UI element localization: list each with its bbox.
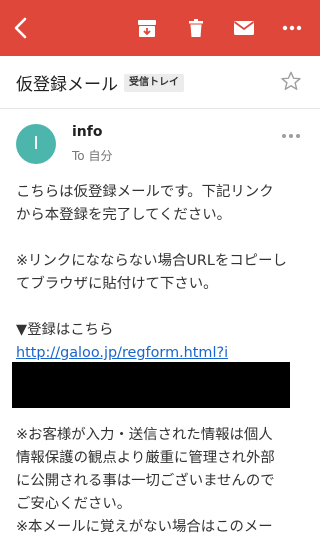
recipient-line[interactable]: To 自分 xyxy=(72,147,112,164)
trash-icon xyxy=(189,19,203,37)
archive-button[interactable] xyxy=(129,10,165,46)
mark-unread-button[interactable] xyxy=(226,10,262,46)
body-line: に公開される事は一切ございませんので xyxy=(16,473,275,489)
body-line: てブラウザに貼付けて下さい。 xyxy=(16,276,218,292)
mail-icon xyxy=(233,21,255,35)
email-body-footer: ※お客様が入力・送信された情報は個人 情報保護の観点より厳重に管理され外部 に公… xyxy=(16,424,306,539)
subject-row: 仮登録メール 受信トレイ xyxy=(0,56,320,109)
back-arrow-icon xyxy=(14,17,27,39)
redacted-block xyxy=(12,362,290,408)
archive-icon xyxy=(138,20,156,37)
register-link[interactable]: http://galoo.jp/regform.html?i xyxy=(16,345,228,361)
body-line: ご安心ください。 xyxy=(16,496,132,512)
message-more-button[interactable] xyxy=(278,126,304,146)
register-heading: ▼登録はこちら xyxy=(16,322,114,338)
sender-name: info xyxy=(72,124,103,140)
body-line: ※本メールに覚えがない場合はこのメー xyxy=(16,519,273,535)
star-icon xyxy=(281,71,301,90)
more-options-button[interactable] xyxy=(274,10,310,46)
email-body: こちらは仮登録メールです。下記リンク から本登録を完了してください。 ※リンクに… xyxy=(16,181,306,365)
more-icon xyxy=(282,25,302,31)
body-line: こちらは仮登録メールです。下記リンク xyxy=(16,184,274,200)
body-line: ※リンクになならない場合URLをコピーし xyxy=(16,253,287,269)
body-line: ※お客様が入力・送信された情報は個人 xyxy=(16,427,273,443)
delete-button[interactable] xyxy=(178,10,214,46)
email-subject: 仮登録メール xyxy=(16,75,118,95)
inbox-label-chip[interactable]: 受信トレイ xyxy=(124,74,184,92)
body-line: から本登録を完了してください。 xyxy=(16,207,231,223)
sender-avatar[interactable]: I xyxy=(16,124,56,164)
star-button[interactable] xyxy=(280,70,302,92)
top-toolbar xyxy=(0,0,320,56)
more-icon xyxy=(282,134,300,138)
body-line: 情報保護の観点より厳重に管理され外部 xyxy=(16,450,275,466)
back-button[interactable] xyxy=(4,10,40,46)
